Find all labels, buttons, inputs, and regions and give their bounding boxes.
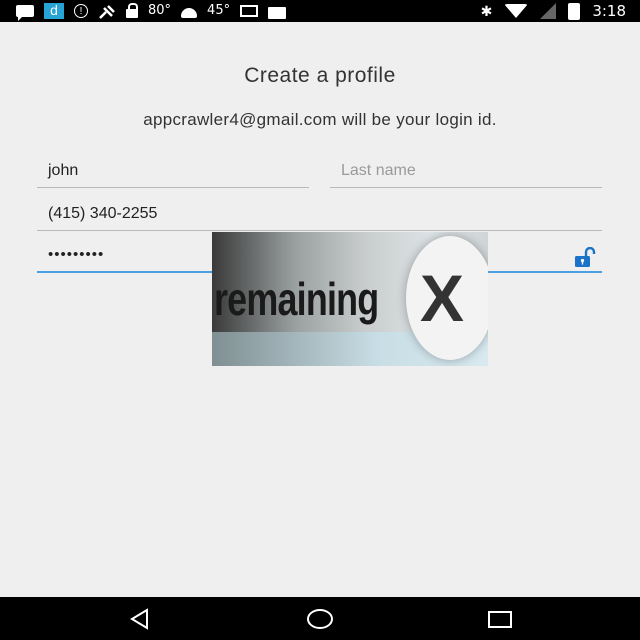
status-icons-left: d ! 80° 45° <box>16 2 287 21</box>
ad-overlay[interactable]: remaining X <box>212 232 488 366</box>
d-app-icon: d <box>44 3 64 19</box>
home-button[interactable] <box>306 606 334 632</box>
recents-button[interactable] <box>487 606 513 632</box>
last-name-placeholder: Last name <box>341 162 416 179</box>
back-button[interactable] <box>127 606 153 632</box>
login-id-notice: appcrawler4@gmail.com will be your login… <box>143 110 497 129</box>
page-title: Create a profile <box>244 64 396 87</box>
status-icons-right: ✱ 3:18 <box>481 2 626 20</box>
navigation-bar <box>0 597 640 640</box>
phone-value: (415) 340-2255 <box>48 205 158 222</box>
phone-field[interactable]: (415) 340-2255 <box>37 199 602 231</box>
battery-icon <box>568 2 581 20</box>
status-bar: d ! 80° 45° ✱ 3:18 <box>0 0 640 22</box>
photo-icon <box>240 5 259 17</box>
bluetooth-icon: ✱ <box>480 3 493 19</box>
info-icon: ! <box>74 4 88 18</box>
ad-close-button[interactable]: X <box>406 236 488 360</box>
android-icon <box>181 8 198 18</box>
last-name-field[interactable]: Last name <box>330 156 602 188</box>
first-name-field[interactable]: john <box>37 156 309 188</box>
satellite-icon <box>98 4 116 19</box>
clock: 3:18 <box>592 2 626 20</box>
chat-icon <box>16 5 34 21</box>
password-value: ••••••••• <box>48 246 105 263</box>
show-password-unlock-icon[interactable] <box>574 246 596 267</box>
first-name-value: john <box>48 162 79 179</box>
wifi-icon <box>504 4 529 18</box>
temperature-2: 45° <box>207 3 231 18</box>
temperature-1: 80° <box>148 3 172 18</box>
ad-text: remaining <box>214 273 379 325</box>
back-icon <box>130 608 148 630</box>
home-icon <box>307 609 333 629</box>
recents-icon <box>488 611 512 628</box>
close-icon: X <box>420 261 465 335</box>
briefcase-icon <box>268 6 287 19</box>
lock-icon <box>126 3 138 18</box>
signal-icon <box>540 3 557 19</box>
